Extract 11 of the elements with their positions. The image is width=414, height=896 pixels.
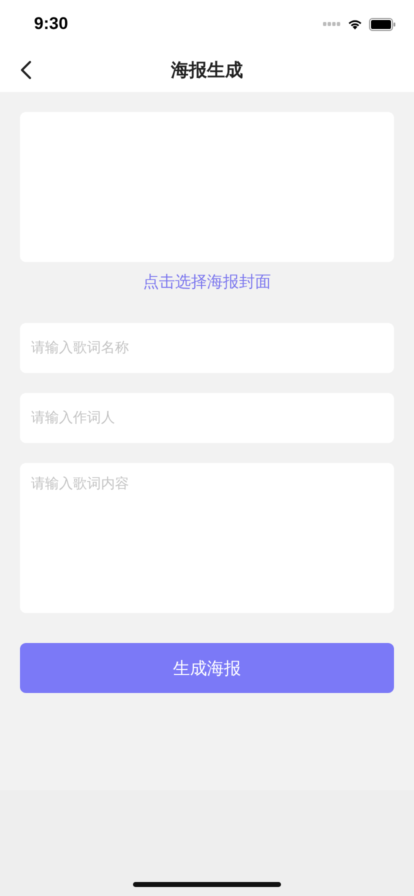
status-time: 9:30 [34,14,68,34]
battery-icon [369,18,396,30]
back-icon[interactable] [20,60,32,80]
select-cover-link[interactable]: 点击选择海报封面 [143,272,271,293]
input-field[interactable]: 请输入作词人 [20,393,394,443]
page-title: 海报生成 [171,59,243,82]
generate-button[interactable]: 生成海报 [20,643,394,693]
text-area[interactable]: 请输入歌词内容 [20,463,394,613]
signal-icon [323,21,341,27]
wifi-icon [347,18,363,30]
input-field[interactable]: 请输入歌词名称 [20,323,394,373]
